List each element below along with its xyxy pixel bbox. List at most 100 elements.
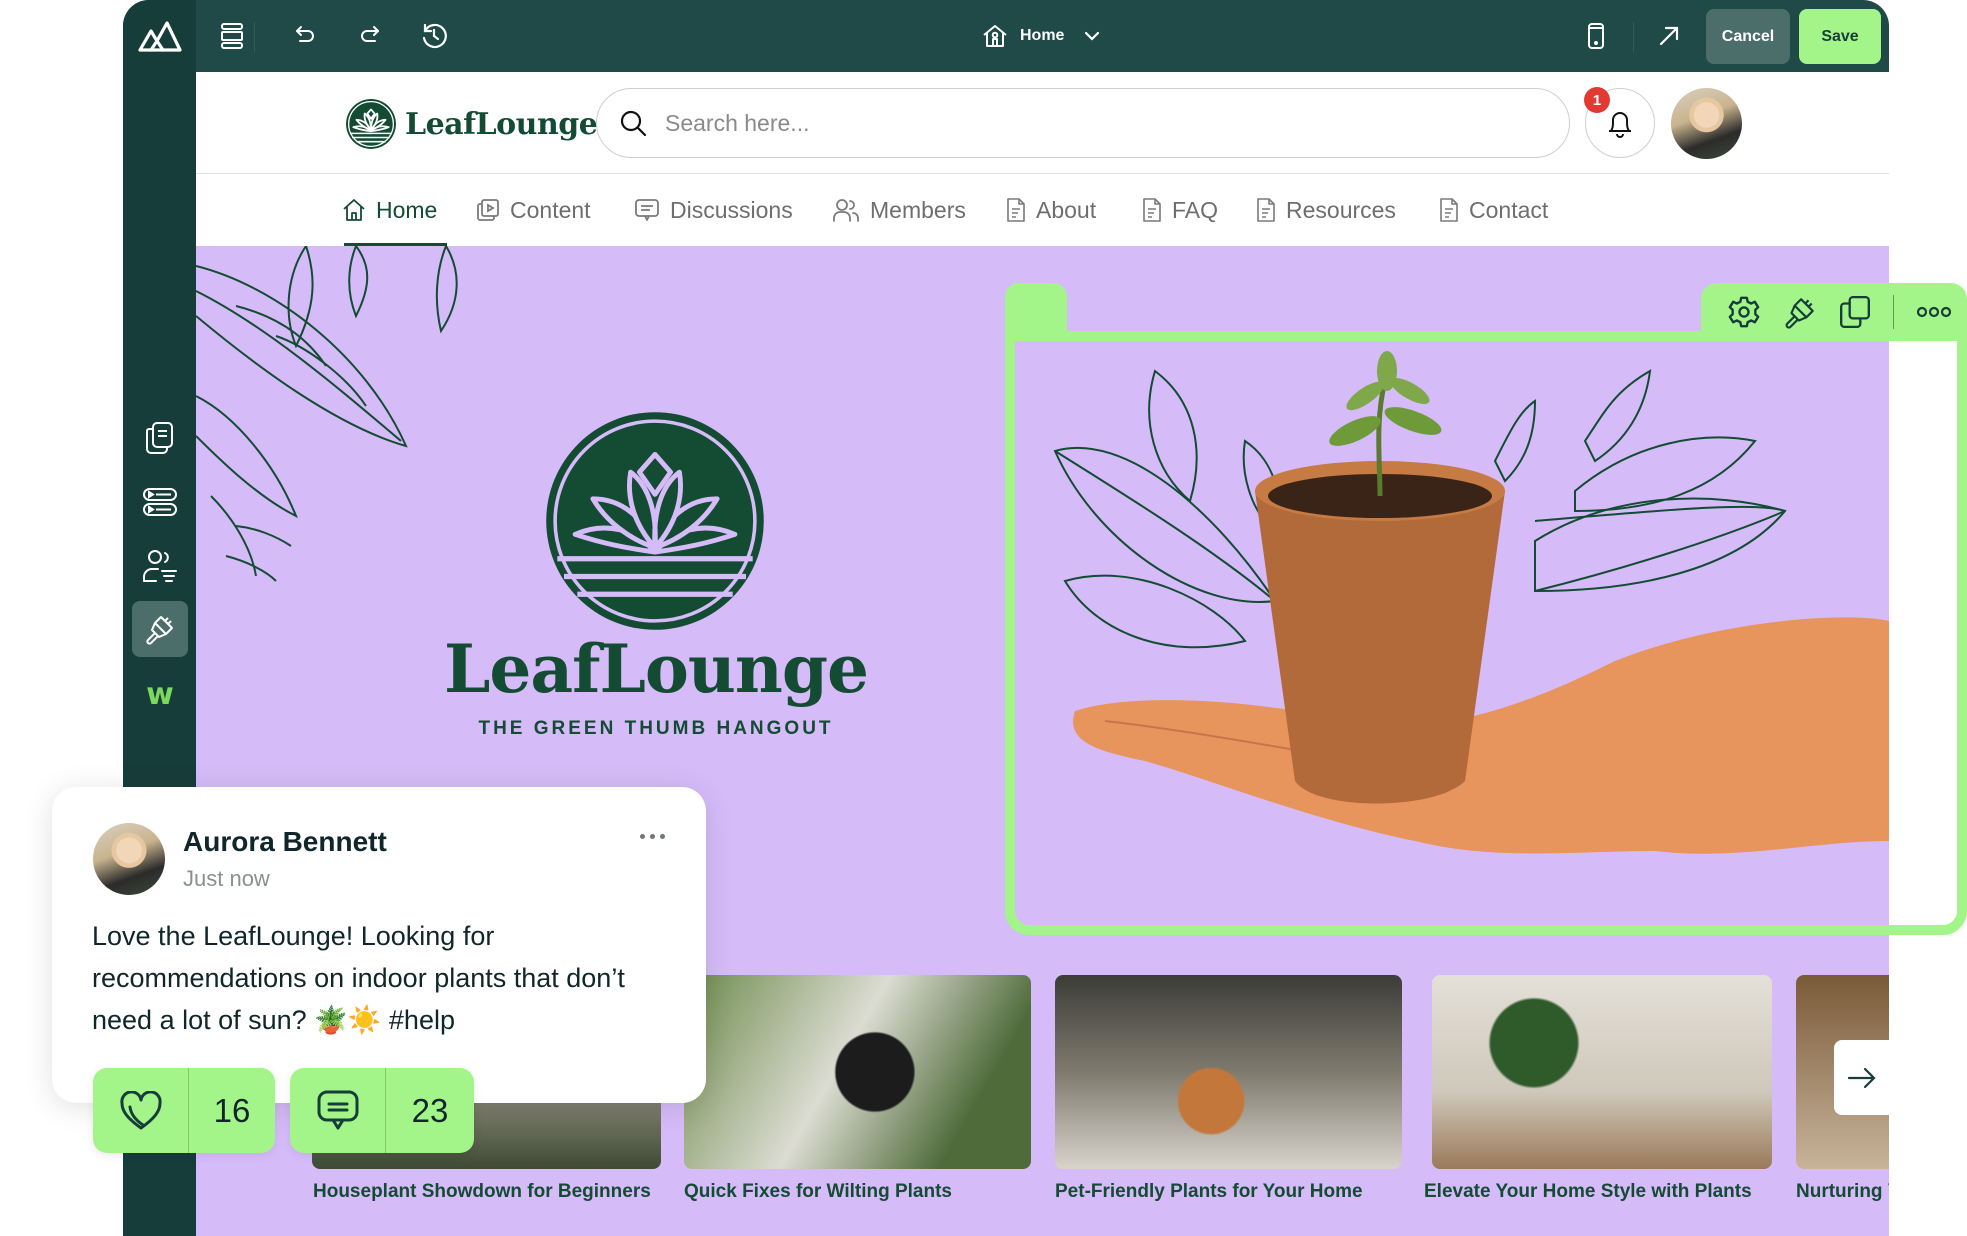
- post-author-avatar[interactable]: [93, 823, 165, 895]
- nav-label: Home: [376, 196, 438, 223]
- nav-item-about[interactable]: About: [1006, 190, 1096, 230]
- post-timestamp: Just now: [183, 866, 270, 891]
- toolbar-divider: [254, 22, 255, 52]
- home-icon: [342, 198, 366, 222]
- nav-label: Resources: [1286, 196, 1396, 223]
- chevron-down-icon: [1084, 31, 1100, 41]
- page-icon: [1006, 197, 1026, 223]
- sidebar-design-button[interactable]: [132, 601, 188, 657]
- bell-icon: [1606, 108, 1634, 138]
- more-icon[interactable]: [1916, 306, 1952, 318]
- history-icon: [420, 22, 448, 50]
- app-logo[interactable]: [123, 0, 196, 72]
- block-toolbar: [1701, 283, 1967, 341]
- nav-item-resources[interactable]: Resources: [1256, 190, 1396, 230]
- card-title[interactable]: Quick Fixes for Wilting Plants: [684, 1181, 952, 1203]
- page-icon: [1439, 197, 1459, 223]
- page-icon: [1256, 197, 1276, 223]
- like-count: 16: [213, 1091, 251, 1129]
- nav-item-members[interactable]: Members: [832, 190, 966, 230]
- card-title[interactable]: Houseplant Showdown for Beginners: [313, 1181, 651, 1203]
- leaflounge-logo-icon: [345, 98, 397, 150]
- content-blocks-icon: [143, 487, 177, 517]
- nav-label: FAQ: [1172, 196, 1219, 223]
- selection-handle[interactable]: [1005, 283, 1067, 333]
- comment-button[interactable]: 23: [290, 1068, 474, 1153]
- layout-button[interactable]: [214, 18, 250, 54]
- hero-tagline: THE GREEN THUMB HANGOUT: [478, 718, 834, 739]
- site-brand[interactable]: LeafLounge: [345, 98, 598, 150]
- nav-item-content[interactable]: Content: [476, 190, 591, 230]
- sidebar-blocks-button[interactable]: [132, 474, 188, 530]
- app-logo-icon: [137, 19, 183, 53]
- notification-badge: 1: [1584, 87, 1610, 113]
- toolbar-divider: [1633, 22, 1634, 52]
- redo-button[interactable]: [352, 18, 388, 54]
- undo-icon: [293, 24, 317, 48]
- design-brush-icon: [144, 613, 176, 645]
- toolbar-divider: [1893, 295, 1894, 329]
- page-selector[interactable]: Home: [982, 18, 1100, 54]
- comment-count: 23: [411, 1091, 449, 1129]
- page-icon: [1142, 197, 1162, 223]
- user-avatar[interactable]: [1671, 88, 1742, 159]
- nav-label: Discussions: [670, 196, 793, 223]
- home-icon: [982, 24, 1008, 48]
- nav-label: Content: [510, 196, 591, 223]
- save-button[interactable]: Save: [1799, 9, 1881, 64]
- nav-label: About: [1036, 196, 1097, 223]
- nav-item-discussions[interactable]: Discussions: [634, 190, 793, 230]
- more-dot: [659, 833, 665, 839]
- nav-item-home[interactable]: Home: [342, 190, 437, 230]
- nav-item-faq[interactable]: FAQ: [1142, 190, 1218, 230]
- members-icon: [142, 549, 178, 583]
- nav-item-contact[interactable]: Contact: [1439, 190, 1548, 230]
- post-body: Love the LeafLounge! Looking for recomme…: [92, 921, 625, 1035]
- search-input[interactable]: [665, 109, 1525, 137]
- site-search[interactable]: [596, 88, 1570, 158]
- site-brand-name: LeafLounge: [405, 106, 598, 142]
- heart-icon: [93, 1068, 189, 1153]
- post-more-button[interactable]: [632, 826, 672, 846]
- like-button[interactable]: 16: [93, 1068, 275, 1153]
- brush-icon[interactable]: [1783, 295, 1817, 329]
- carousel-next-button[interactable]: [1834, 1040, 1889, 1115]
- sidebar-pages-button[interactable]: [132, 410, 188, 466]
- mobile-preview-button[interactable]: [1578, 18, 1614, 54]
- sidebar-brand-button[interactable]: w: [132, 666, 188, 722]
- pages-icon: [145, 421, 175, 455]
- open-external-icon: [1658, 25, 1680, 47]
- mobile-preview-icon: [1587, 23, 1605, 49]
- open-external-button[interactable]: [1651, 18, 1687, 54]
- brand-w-icon: w: [146, 676, 174, 712]
- hero-title: LeafLounge: [443, 630, 869, 708]
- content-icon: [476, 198, 500, 222]
- comment-icon: [290, 1068, 386, 1153]
- card-image[interactable]: [684, 975, 1031, 1169]
- redo-icon: [358, 24, 382, 48]
- search-icon: [619, 109, 647, 137]
- card-title[interactable]: Elevate Your Home Style with Plants: [1424, 1181, 1752, 1203]
- more-dot: [639, 833, 645, 839]
- members-icon: [832, 198, 860, 222]
- post-author-name[interactable]: Aurora Bennett: [183, 826, 387, 858]
- discussions-icon: [634, 198, 660, 222]
- more-dot: [649, 833, 655, 839]
- undo-button[interactable]: [287, 18, 323, 54]
- hero-logo-icon: [546, 412, 764, 630]
- page-selector-label: Home: [1020, 27, 1065, 44]
- history-button[interactable]: [416, 18, 452, 54]
- nav-label: Contact: [1469, 196, 1549, 223]
- duplicate-icon[interactable]: [1839, 295, 1871, 329]
- arrow-right-icon: [1847, 1067, 1877, 1089]
- card-image[interactable]: [1055, 975, 1402, 1169]
- cancel-button[interactable]: Cancel: [1706, 9, 1790, 64]
- selected-block-outline: [1005, 331, 1967, 935]
- settings-icon[interactable]: [1727, 295, 1761, 329]
- layout-icon: [220, 23, 244, 49]
- card-image[interactable]: [1432, 975, 1772, 1169]
- nav-label: Members: [870, 196, 966, 223]
- card-title[interactable]: Nurturing Y: [1796, 1181, 1889, 1203]
- card-title[interactable]: Pet-Friendly Plants for Your Home: [1055, 1181, 1363, 1203]
- sidebar-members-button[interactable]: [132, 538, 188, 594]
